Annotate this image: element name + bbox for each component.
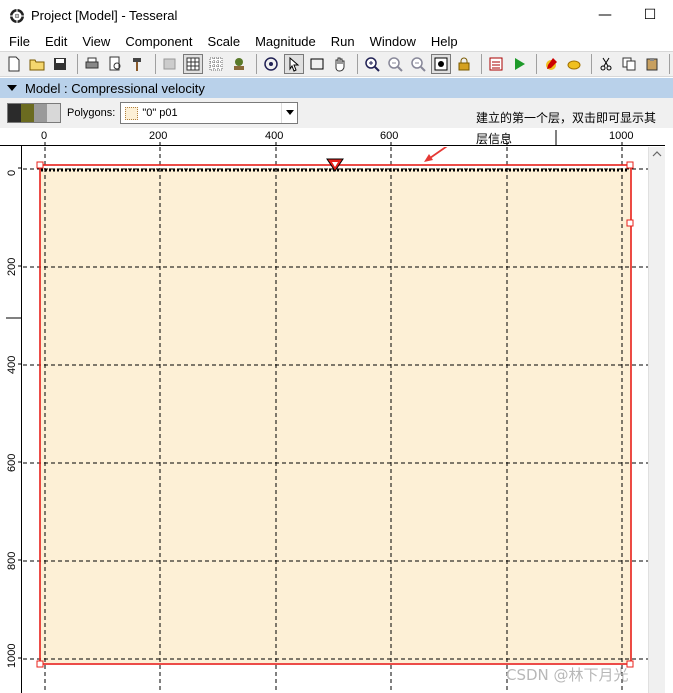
swatch-3 bbox=[47, 104, 60, 122]
menu-run[interactable]: Run bbox=[322, 34, 361, 49]
tesseral-logo-icon bbox=[10, 8, 24, 23]
swatch-2 bbox=[34, 104, 47, 122]
hammer-icon[interactable] bbox=[128, 54, 148, 74]
zoom-in-icon[interactable] bbox=[362, 54, 382, 74]
model-panel-header: Model : Compressional velocity bbox=[0, 78, 673, 98]
y-tick-label: 400 bbox=[6, 355, 18, 374]
zoom-out-icon[interactable] bbox=[385, 54, 405, 74]
calculator-icon[interactable] bbox=[486, 54, 506, 74]
grid-view-icon[interactable] bbox=[183, 54, 203, 74]
menu-file[interactable]: File bbox=[0, 34, 36, 49]
window-title: Project [Model] - Tesseral bbox=[31, 8, 178, 23]
rectangle-select-icon[interactable] bbox=[307, 54, 327, 74]
polygons-selected-value: "0" p01 bbox=[142, 107, 178, 119]
title-bar: Project [Model] - Tesseral — ☐ bbox=[0, 0, 673, 31]
layers-icon[interactable] bbox=[160, 54, 180, 74]
vertical-ruler: 0 200 400 600 800 1000 bbox=[0, 146, 22, 693]
chevron-down-icon[interactable] bbox=[281, 103, 298, 123]
eraser-icon[interactable] bbox=[564, 54, 584, 74]
hand-pan-icon[interactable] bbox=[330, 54, 350, 74]
toolbar-separator bbox=[357, 54, 358, 74]
edit-pen-icon[interactable] bbox=[541, 54, 561, 74]
menu-component[interactable]: Component bbox=[116, 34, 198, 49]
layer-polygon-p01[interactable] bbox=[40, 168, 631, 663]
y-tick-label: 800 bbox=[6, 551, 18, 570]
swatch-0 bbox=[8, 104, 21, 122]
resize-handle[interactable] bbox=[36, 660, 44, 668]
y-tick-label: 0 bbox=[6, 169, 18, 176]
polygon-color-swatch bbox=[125, 106, 139, 120]
model-canvas[interactable] bbox=[23, 147, 648, 693]
model-drawing[interactable] bbox=[23, 147, 648, 693]
fit-window-icon[interactable] bbox=[431, 54, 451, 74]
dotted-grid-icon[interactable] bbox=[206, 54, 226, 74]
toolbar-separator bbox=[536, 54, 537, 74]
x-tick-label: 200 bbox=[149, 130, 168, 142]
save-icon[interactable] bbox=[50, 54, 70, 74]
annotation-arrow bbox=[424, 147, 448, 162]
resize-handle[interactable] bbox=[626, 219, 634, 227]
x-tick-label: 400 bbox=[265, 130, 284, 142]
toolbar-separator bbox=[669, 54, 670, 74]
scroll-up-icon[interactable] bbox=[652, 149, 662, 159]
toolbar-separator bbox=[481, 54, 482, 74]
copy-icon[interactable] bbox=[619, 54, 639, 74]
menu-scale[interactable]: Scale bbox=[199, 34, 247, 49]
open-folder-icon[interactable] bbox=[27, 54, 47, 74]
new-file-icon[interactable] bbox=[4, 54, 24, 74]
toolbar-separator bbox=[591, 54, 592, 74]
polygons-label: Polygons: bbox=[67, 107, 116, 119]
menu-window[interactable]: Window bbox=[361, 34, 422, 49]
x-tick-label: 600 bbox=[380, 130, 399, 142]
panel-title: Model : Compressional velocity bbox=[25, 80, 205, 96]
toolbar-separator bbox=[155, 54, 156, 74]
x-tick-label: 0 bbox=[41, 130, 48, 142]
cut-icon[interactable] bbox=[596, 54, 616, 74]
minimize-button[interactable]: — bbox=[594, 4, 616, 26]
zoom-reset-icon[interactable] bbox=[408, 54, 428, 74]
maximize-button[interactable]: ☐ bbox=[639, 4, 661, 26]
resize-handle[interactable] bbox=[36, 161, 44, 169]
annotation-text: 建立的第一个层，双击即可显示其层信息 bbox=[476, 111, 657, 146]
toolbar-separator bbox=[77, 54, 78, 74]
vertical-scrollbar[interactable] bbox=[648, 147, 665, 693]
print-icon[interactable] bbox=[82, 54, 102, 74]
print-preview-icon[interactable] bbox=[105, 54, 125, 74]
menu-magnitude[interactable]: Magnitude bbox=[246, 34, 322, 49]
menu-edit[interactable]: Edit bbox=[36, 34, 73, 49]
toolbar-separator bbox=[256, 54, 257, 74]
polygons-select[interactable]: "0" p01 bbox=[120, 102, 299, 124]
y-tick-label: 1000 bbox=[6, 643, 18, 668]
toolbar bbox=[0, 51, 673, 77]
pointer-icon[interactable] bbox=[284, 54, 304, 74]
swatch-1 bbox=[21, 104, 34, 122]
triangle-down-icon[interactable] bbox=[7, 83, 17, 93]
paste-icon[interactable] bbox=[642, 54, 662, 74]
y-tick-label: 200 bbox=[6, 257, 18, 276]
menu-help[interactable]: Help bbox=[422, 34, 464, 49]
tree-icon[interactable] bbox=[229, 54, 249, 74]
run-play-icon[interactable] bbox=[509, 54, 529, 74]
watermark: CSDN @林下月光 bbox=[506, 666, 629, 684]
menu-view[interactable]: View bbox=[73, 34, 116, 49]
menu-bar: File Edit View Component Scale Magnitude… bbox=[0, 31, 673, 51]
vertical-ruler-ticks bbox=[6, 167, 22, 659]
lock-icon[interactable] bbox=[454, 54, 474, 74]
color-swatches[interactable] bbox=[7, 103, 61, 123]
zoom-target-icon[interactable] bbox=[261, 54, 281, 74]
resize-handle[interactable] bbox=[626, 161, 634, 169]
y-tick-label: 600 bbox=[6, 453, 18, 472]
